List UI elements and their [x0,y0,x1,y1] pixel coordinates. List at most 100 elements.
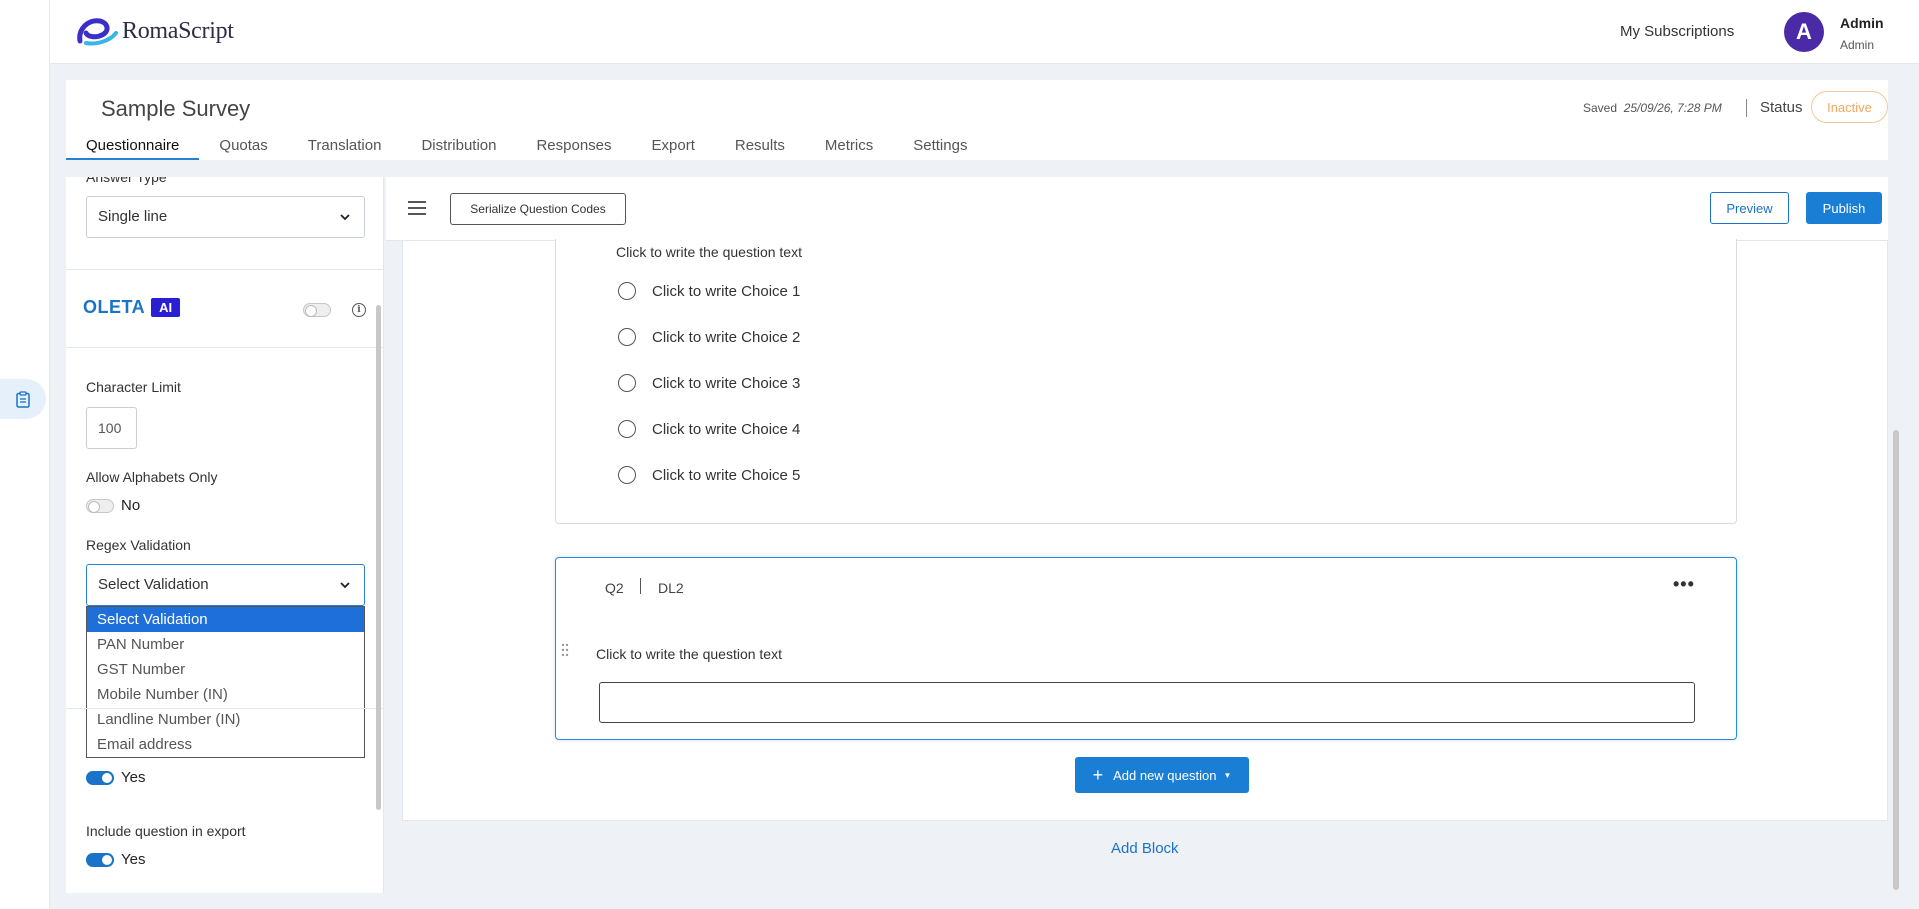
allow-alphabets-label: Allow Alphabets Only [86,469,218,485]
choice-label[interactable]: Click to write Choice 5 [652,467,800,484]
question-editor: Serialize Question Codes Preview Publish… [386,177,1888,893]
include-export-value: Yes [121,851,146,868]
chevron-down-icon [340,582,350,589]
user-name[interactable]: Admin [1840,15,1884,31]
clipboard-icon [16,390,30,408]
editor-toolbar: Serialize Question Codes Preview Publish [386,177,1888,241]
avatar[interactable]: A [1784,12,1824,52]
main-scrollbar[interactable] [1893,430,1899,890]
saved-time: 25/09/26, 7:28 PM [1623,101,1722,115]
allow-alphabets-toggle[interactable] [86,499,114,513]
tab-quotas[interactable]: Quotas [199,136,287,160]
regex-validation-dropdown: Select Validation PAN Number GST Number … [86,606,365,758]
header-divider [1746,99,1747,117]
tab-settings[interactable]: Settings [893,136,987,160]
left-rail [0,0,50,909]
choice-label[interactable]: Click to write Choice 2 [652,329,800,346]
brand-logo[interactable]: RomaScript [76,15,234,47]
question-text[interactable]: Click to write the question text [616,244,802,260]
choice-item[interactable]: Click to write Choice 4 [618,420,800,438]
tab-metrics[interactable]: Metrics [805,136,893,160]
menu-icon[interactable] [408,201,426,215]
choice-item[interactable]: Click to write Choice 5 [618,466,800,484]
publish-button[interactable]: Publish [1806,192,1882,224]
choice-label[interactable]: Click to write Choice 1 [652,283,800,300]
hidden-setting-toggle[interactable] [86,771,114,785]
romascript-logo-icon [77,18,118,46]
plus-icon: + [1092,765,1104,785]
allow-alphabets-value: No [121,497,141,514]
tab-export[interactable]: Export [632,136,715,160]
choice-label[interactable]: Click to write Choice 3 [652,375,800,392]
status-badge[interactable]: Inactive [1811,91,1888,123]
dropdown-option[interactable]: GST Number [87,657,364,682]
user-role: Admin [1840,38,1875,52]
ai-badge: AI [151,298,181,317]
question-code: Q2 [605,580,624,596]
character-limit-label: Character Limit [86,379,181,395]
choice-label[interactable]: Click to write Choice 4 [652,421,800,438]
oleta-ai-toggle[interactable] [303,303,331,317]
choice-item[interactable]: Click to write Choice 1 [618,282,800,300]
status-label: Status [1760,99,1803,116]
choice-item[interactable]: Click to write Choice 2 [618,328,800,346]
dropdown-option[interactable]: Select Validation [87,607,364,632]
my-subscriptions-link[interactable]: My Subscriptions [1620,23,1734,40]
choice-item[interactable]: Click to write Choice 3 [618,374,800,392]
question-card-selected[interactable]: Q2 DL2 ••• Click to write the question t… [555,557,1737,740]
question-canvas: Click to write the question text Click t… [402,239,1888,821]
regex-validation-label: Regex Validation [86,537,191,553]
drag-handle-icon[interactable] [561,643,569,657]
add-block-link[interactable]: Add Block [1111,840,1179,857]
include-export-toggle[interactable] [86,853,114,867]
text-answer-input[interactable] [599,682,1695,723]
questionnaire-nav-item[interactable] [0,379,46,419]
serialize-question-codes-button[interactable]: Serialize Question Codes [450,193,626,225]
survey-header: Sample Survey Saved 25/09/26, 7:28 PM St… [66,80,1888,160]
hidden-setting-value: Yes [121,769,146,786]
question-card[interactable]: Click to write the question text Click t… [555,239,1737,524]
dropdown-option[interactable]: PAN Number [87,632,364,657]
top-header: RomaScript My Subscriptions A Admin Admi… [50,0,1919,64]
more-options-icon[interactable]: ••• [1673,574,1695,595]
question-type-code: DL2 [658,580,684,596]
panel-scrollbar[interactable] [376,305,381,810]
panel-divider [66,347,383,348]
saved-indicator: Saved 25/09/26, 7:28 PM [1583,101,1722,115]
caret-down-icon: ▼ [1223,770,1232,780]
preview-button[interactable]: Preview [1710,192,1789,224]
survey-tabs: Questionnaire Quotas Translation Distrib… [66,136,987,160]
panel-divider [66,708,383,709]
radio-icon [618,282,636,300]
dropdown-option[interactable]: Email address [87,732,364,757]
chevron-down-icon [340,214,350,221]
tab-responses[interactable]: Responses [516,136,631,160]
question-text[interactable]: Click to write the question text [596,646,782,662]
question-settings-panel: Answer Type Single line OLETA AI i Chara… [66,177,384,893]
dropdown-option[interactable]: Landline Number (IN) [87,707,364,732]
answer-type-select[interactable]: Single line [86,196,365,238]
tab-questionnaire[interactable]: Questionnaire [66,136,200,160]
tab-distribution[interactable]: Distribution [401,136,516,160]
character-limit-input[interactable]: 100 [86,407,137,449]
answer-type-label: Answer Type [86,177,167,185]
page-title: Sample Survey [101,96,251,121]
tab-results[interactable]: Results [715,136,805,160]
tab-translation[interactable]: Translation [288,136,402,160]
info-icon[interactable]: i [352,303,366,317]
add-new-question-label: Add new question [1113,767,1217,783]
panel-divider [66,269,383,270]
oleta-ai-logo: OLETA AI [83,297,181,318]
radio-icon [618,420,636,438]
regex-validation-select[interactable]: Select Validation [86,564,365,606]
answer-type-value: Single line [98,208,168,225]
radio-icon [618,466,636,484]
dropdown-option[interactable]: Mobile Number (IN) [87,682,364,707]
oleta-label: OLETA [83,297,146,317]
radio-icon [618,374,636,392]
question-code-divider [640,578,641,594]
add-new-question-button[interactable]: + Add new question ▼ [1075,757,1249,793]
regex-validation-value: Select Validation [98,576,209,593]
brand-name: RomaScript [122,17,234,44]
include-export-label: Include question in export [86,823,246,839]
